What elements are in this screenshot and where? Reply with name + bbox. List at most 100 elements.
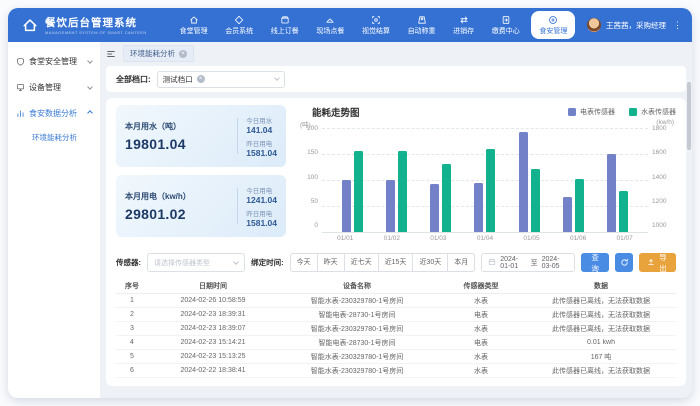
canteen-safety-icon bbox=[16, 57, 25, 66]
date-start: 2024-01-01 bbox=[500, 256, 526, 270]
quick-range-group: 今天昨天近七天近15天近30天本月 bbox=[290, 253, 476, 272]
nav-item[interactable]: 自动称重 bbox=[402, 12, 442, 38]
sidebar-subitem-energy-analysis[interactable]: 环境能耗分析 bbox=[8, 126, 100, 148]
sidebar-item-canteen-safety[interactable]: 食堂安全管理 bbox=[8, 48, 100, 74]
search-button[interactable]: 查询 bbox=[581, 253, 609, 272]
right-axis-ticks: 18001600140012001000 bbox=[648, 128, 676, 232]
table-cell: 此传感器已离线，无法获取数据 bbox=[526, 366, 676, 376]
app-title: 餐饮后台管理系统 bbox=[45, 15, 147, 30]
collapse-menu-icon[interactable] bbox=[106, 49, 116, 59]
chart-bar[interactable] bbox=[398, 151, 407, 232]
chevron-down-icon bbox=[274, 75, 280, 81]
legend-item[interactable]: 电表传感器 bbox=[568, 107, 615, 117]
online-order-icon bbox=[280, 14, 290, 25]
tag-close-icon[interactable]: × bbox=[197, 75, 205, 83]
table-cell: 2024-02-23 15:13:25 bbox=[148, 353, 278, 360]
nav-item[interactable]: 线上订餐 bbox=[265, 12, 305, 38]
quick-range-button[interactable]: 近七天 bbox=[344, 253, 379, 272]
water-stat-value: 19801.04 bbox=[125, 136, 235, 152]
scrollbar-thumb[interactable] bbox=[687, 82, 691, 150]
scrollbar[interactable] bbox=[687, 82, 691, 398]
user-box[interactable]: 王茜茜，采购经理 ⋮ bbox=[587, 18, 684, 32]
table-cell: 电表 bbox=[436, 338, 526, 348]
chart-bar[interactable] bbox=[486, 149, 495, 232]
tab-energy-analysis[interactable]: 环境能耗分析 × bbox=[123, 45, 194, 62]
sidebar-item-device-management[interactable]: 设备管理 bbox=[8, 74, 100, 100]
quick-range-button[interactable]: 昨天 bbox=[317, 253, 345, 272]
canteen-icon bbox=[189, 14, 199, 25]
table-row: 32024-02-23 18:39:07智能水表-230329780-1号房间水… bbox=[116, 322, 676, 336]
table-cell: 2024-02-26 10:58:59 bbox=[148, 297, 278, 304]
table-cell: 此传感器已离线，无法获取数据 bbox=[526, 296, 676, 306]
export-button[interactable]: 导出 bbox=[639, 253, 676, 272]
table-cell: 智能水表-230329780-1号房间 bbox=[278, 324, 436, 334]
table-cell: 智能电表-28730-1号房间 bbox=[278, 338, 436, 348]
user-name: 王茜茜，采购经理 bbox=[606, 20, 666, 31]
table-header-cell: 序号 bbox=[116, 281, 148, 291]
table-cell: 智能电表-28730-1号房间 bbox=[278, 310, 436, 320]
auto-weigh-icon bbox=[417, 14, 427, 25]
table-header-row: 序号日期时间设备名称传感器类型数据 bbox=[116, 279, 676, 294]
logo-icon bbox=[20, 15, 40, 35]
quick-range-button[interactable]: 今天 bbox=[290, 253, 318, 272]
table-cell: 此传感器已离线，无法获取数据 bbox=[526, 310, 676, 320]
nav-item-label: 现场点餐 bbox=[316, 26, 344, 36]
chart-bar[interactable] bbox=[563, 197, 572, 232]
nav-item[interactable]: 进销存 bbox=[447, 12, 480, 38]
table-cell: 水表 bbox=[436, 366, 526, 376]
refresh-button[interactable] bbox=[615, 253, 633, 272]
chart-bar[interactable] bbox=[607, 154, 616, 232]
table-cell: 5 bbox=[116, 353, 148, 360]
nav-item[interactable]: 现场点餐 bbox=[310, 12, 350, 38]
chart-bar[interactable] bbox=[386, 180, 395, 232]
app-window: 餐饮后台管理系统 MANAGEMENT SYSTEM OF SMART CANT… bbox=[8, 8, 692, 398]
quick-range-button[interactable]: 本月 bbox=[447, 253, 475, 272]
quick-range-button[interactable]: 近15天 bbox=[378, 253, 414, 272]
sidebar-item-label: 设备管理 bbox=[29, 82, 61, 93]
nav-item[interactable]: 视觉结算 bbox=[356, 12, 396, 38]
table-header-cell: 传感器类型 bbox=[436, 281, 526, 291]
inventory-icon bbox=[459, 14, 469, 25]
sidebar-item-data-analysis[interactable]: 食安数据分析 bbox=[8, 100, 100, 126]
chevron-down-icon bbox=[87, 84, 93, 90]
nav-item[interactable]: 食安管理 bbox=[531, 11, 575, 39]
nav-item[interactable]: 缴费中心 bbox=[486, 12, 526, 38]
table-cell: 此传感器已离线，无法获取数据 bbox=[526, 324, 676, 334]
time-filter-label: 绑定时间: bbox=[251, 257, 284, 268]
export-icon bbox=[647, 258, 655, 268]
legend-item[interactable]: 水表传感器 bbox=[629, 107, 676, 117]
tab-close-icon[interactable]: × bbox=[179, 50, 187, 58]
chart-bar[interactable] bbox=[531, 169, 540, 232]
more-menu-icon[interactable]: ⋮ bbox=[671, 20, 684, 31]
chart-bar[interactable] bbox=[354, 151, 363, 232]
nav-item[interactable]: 会员系统 bbox=[219, 12, 259, 38]
chart-bar[interactable] bbox=[430, 184, 439, 232]
bar-group bbox=[607, 154, 628, 232]
sensor-type-select[interactable]: 请选择传感器类型 bbox=[147, 253, 245, 272]
nav-item-label: 自动称重 bbox=[408, 26, 436, 36]
stall-select[interactable]: 测试档口 × bbox=[157, 71, 285, 88]
water-stat-title: 本月用水（吨） bbox=[125, 121, 235, 132]
chart-bar[interactable] bbox=[619, 191, 628, 232]
table-body: 12024-02-26 10:58:59智能水表-230329780-1号房间水… bbox=[116, 294, 676, 378]
table-cell: 3 bbox=[116, 325, 148, 332]
nav-item-label: 食安管理 bbox=[539, 26, 567, 36]
date-range-picker[interactable]: 2024-01-01 至 2024-03-05 bbox=[481, 253, 575, 272]
table-cell: 2024-02-23 15:14:21 bbox=[148, 339, 278, 346]
chart-bar[interactable] bbox=[442, 164, 451, 232]
sidebar-item-label: 食堂安全管理 bbox=[29, 56, 77, 67]
table-cell: 2024-02-23 18:39:07 bbox=[148, 325, 278, 332]
payment-center-icon bbox=[501, 14, 511, 25]
chart-bar[interactable] bbox=[342, 180, 351, 232]
chart-bar[interactable] bbox=[575, 179, 584, 232]
table-cell: 1 bbox=[116, 297, 148, 304]
legend-swatch bbox=[629, 108, 637, 116]
chart-bar[interactable] bbox=[474, 183, 483, 232]
nav-item[interactable]: 食堂管理 bbox=[174, 12, 214, 38]
quick-range-button[interactable]: 近30天 bbox=[412, 253, 448, 272]
calendar-icon bbox=[488, 258, 496, 268]
table-cell: 智能水表-230329780-1号房间 bbox=[278, 296, 436, 306]
chart-bar[interactable] bbox=[519, 132, 528, 232]
table-row: 62024-02-22 18:38:41智能水表-230329780-1号房间水… bbox=[116, 364, 676, 378]
table-row: 42024-02-23 15:14:21智能电表-28730-1号房间电表0.0… bbox=[116, 336, 676, 350]
